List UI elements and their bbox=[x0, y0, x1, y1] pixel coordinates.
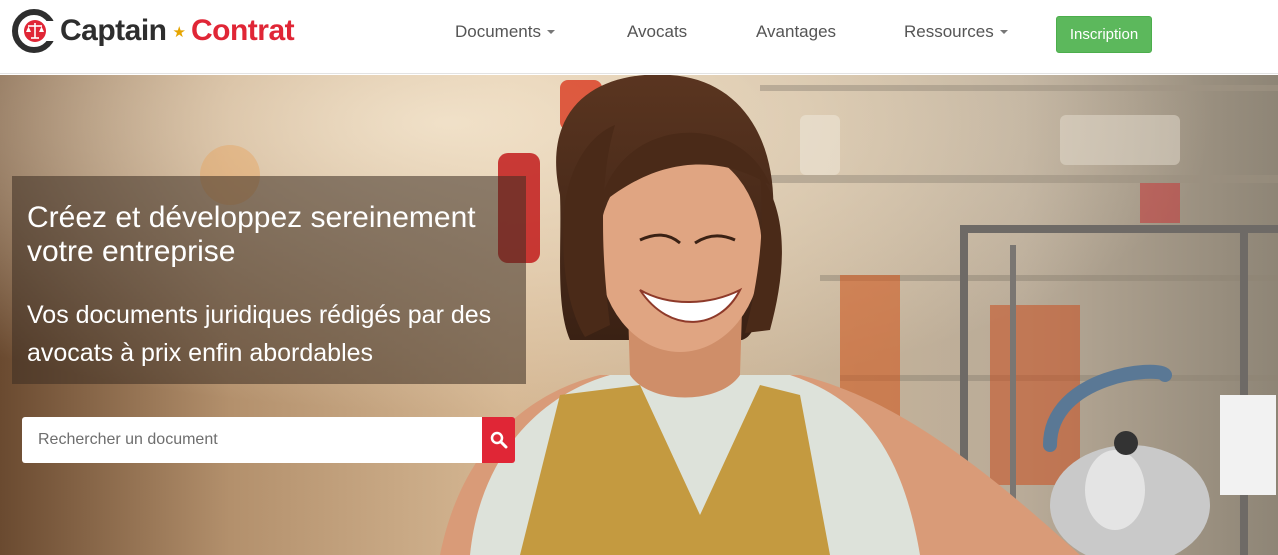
nav-item-label: Avocats bbox=[627, 22, 688, 41]
caret-down-icon bbox=[546, 30, 555, 34]
hero-subheadline: Vos documents juridiques rédigés par des… bbox=[27, 301, 492, 367]
site-header: Captain ★ Contrat Documents Avocats Avan… bbox=[0, 0, 1278, 74]
brand-name-part1: Captain bbox=[60, 14, 167, 47]
inscription-button[interactable]: Inscription bbox=[1056, 16, 1152, 53]
search-input[interactable] bbox=[22, 417, 482, 463]
star-icon: ★ bbox=[172, 24, 186, 41]
nav-item-avantages[interactable]: Avantages bbox=[756, 22, 836, 42]
brand-name-part2: Contrat bbox=[190, 14, 295, 47]
hero-section: Créez et développez sereinement votre en… bbox=[0, 75, 1278, 555]
nav-item-avocats[interactable]: Avocats bbox=[627, 22, 687, 42]
hero-headline: Créez et développez sereinement votre en… bbox=[27, 201, 476, 268]
nav-item-label: Documents bbox=[455, 22, 541, 41]
caret-down-icon bbox=[999, 30, 1008, 34]
search-button[interactable] bbox=[482, 417, 515, 463]
nav-item-label: Avantages bbox=[756, 22, 837, 41]
scales-logo-icon bbox=[12, 9, 56, 53]
nav-item-label: Ressources bbox=[904, 22, 994, 41]
nav-item-documents[interactable]: Documents bbox=[455, 22, 555, 42]
nav-item-ressources[interactable]: Ressources bbox=[904, 22, 1008, 42]
search-icon bbox=[490, 431, 507, 449]
logo[interactable]: Captain ★ Contrat bbox=[12, 6, 295, 56]
